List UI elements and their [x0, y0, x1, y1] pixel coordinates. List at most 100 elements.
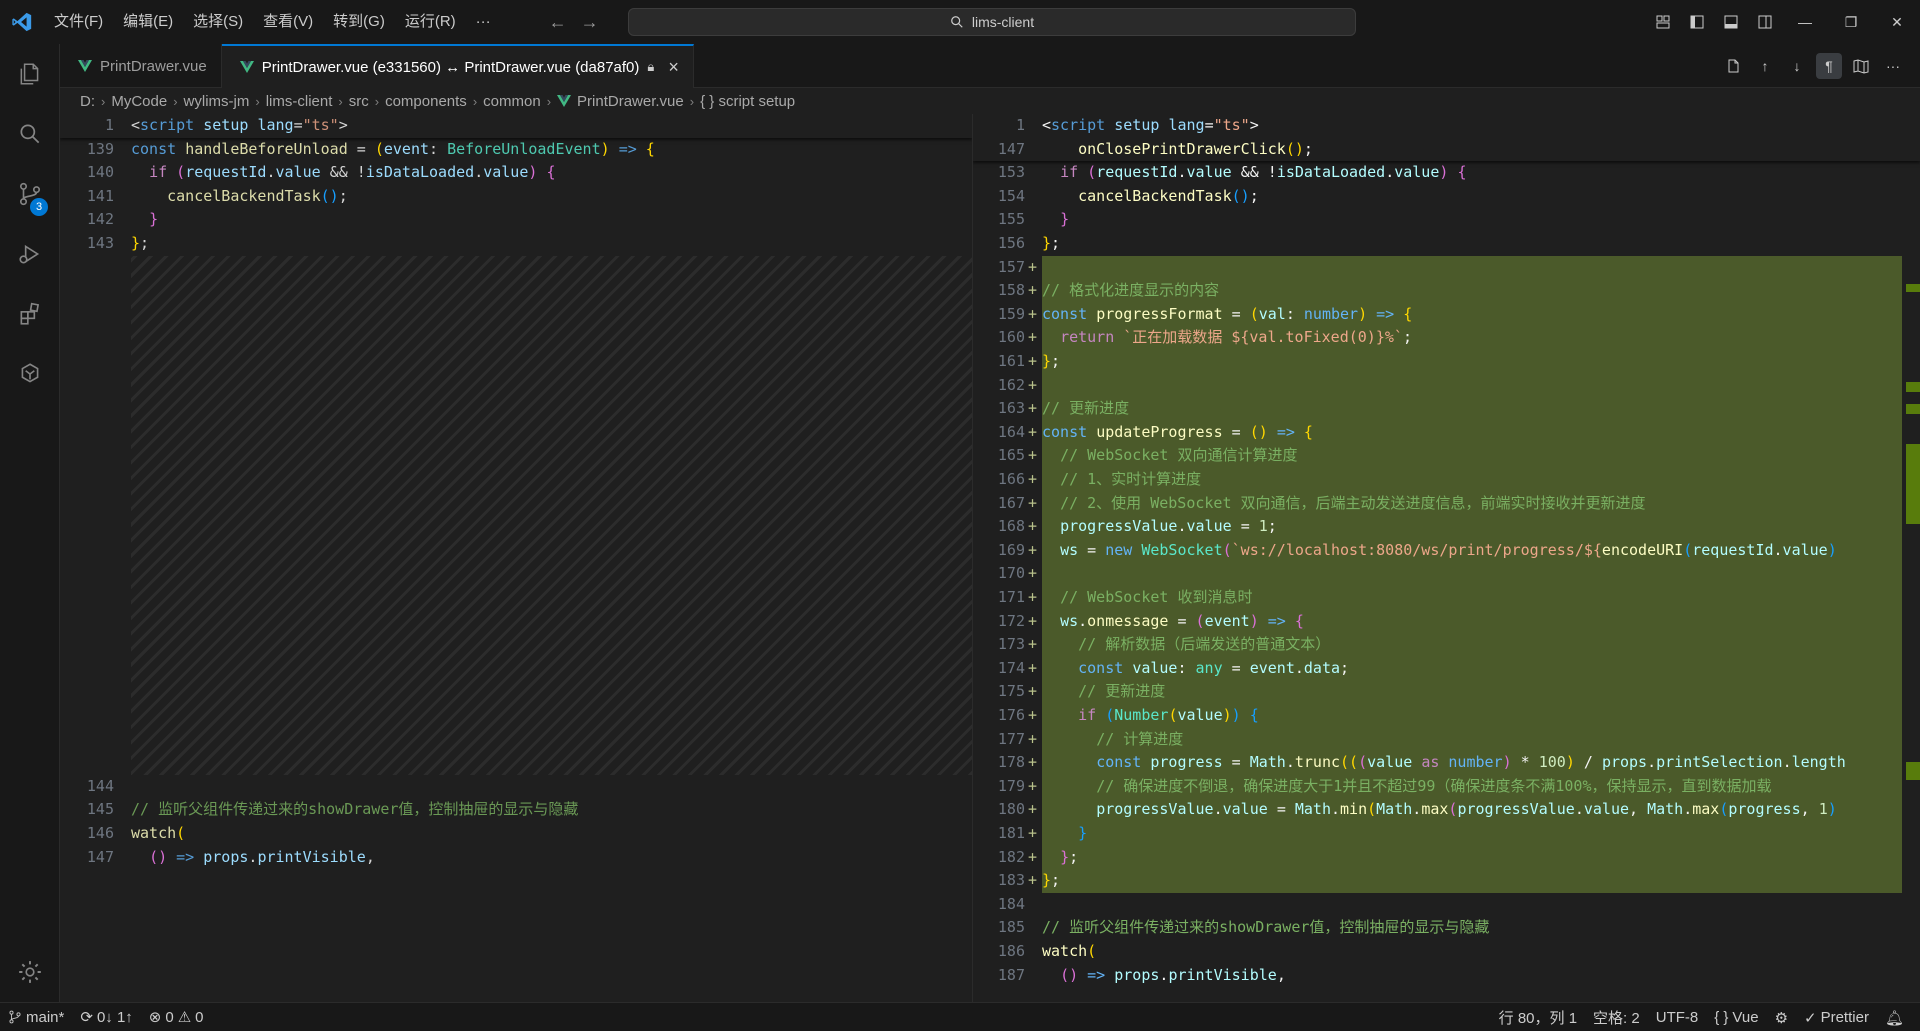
problems-status[interactable]: ⊗ 0 ⚠ 0 [141, 1003, 212, 1031]
breadcrumb: D: › MyCode › wylims-jm › lims-client › src ›… [60, 88, 1920, 114]
menu-view[interactable]: 查看(V) [253, 0, 323, 44]
forward-arrow-icon[interactable]: → [581, 12, 599, 33]
breadcrumb-item[interactable]: wylims-jm [184, 93, 250, 110]
code-line: if (requestId.value && !isDataLoaded.val… [1060, 163, 1467, 182]
breadcrumb-item[interactable]: lims-client [266, 93, 333, 110]
code-line: // 更新进度 [1042, 399, 1130, 418]
copilot-icon[interactable]: ⚙ [1767, 1003, 1796, 1031]
status-bar: main* ⟳ 0↓ 1↑ ⊗ 0 ⚠ 0 行 80，列 1 空格: 2 UTF… [0, 1002, 1920, 1031]
code-line: // 更新进度 [1078, 682, 1166, 701]
minimize-icon[interactable]: — [1782, 0, 1828, 44]
chevron-right-icon: › [689, 93, 695, 109]
toggle-secondary-sidebar-icon[interactable] [1748, 0, 1782, 44]
code-line: cancelBackendTask(); [1078, 186, 1259, 205]
line-number: 161 [997, 352, 1025, 370]
command-center-search[interactable]: lims-client [628, 8, 1356, 36]
breadcrumb-item[interactable]: MyCode [111, 93, 167, 110]
diff-plus-icon: + [1028, 446, 1038, 465]
menu-file[interactable]: 文件(F) [44, 0, 113, 44]
breadcrumb-item[interactable]: common [483, 93, 541, 110]
code-line: // 计算进度 [1096, 729, 1184, 748]
line-number: 157 [997, 257, 1025, 276]
code-line: ws.onmessage = (event) => { [1060, 611, 1304, 630]
diff-original-editor[interactable]: 1 <script setup lang="ts"> 139 const handl… [60, 114, 972, 1002]
cursor-position[interactable]: 行 80，列 1 [1491, 1003, 1585, 1031]
line-number: 187 [997, 965, 1025, 984]
code-line: }; [1042, 234, 1061, 252]
code-line: // 监听父组件传递过来的showDrawer值，控制抽屉的显示与隐藏 [1042, 918, 1490, 937]
code-line: return `正在加载数据 ${val.toFixed(0)}%`; [1060, 328, 1412, 347]
code-line: <script setup lang="ts"> [131, 116, 348, 134]
customize-layout-icon[interactable] [1646, 0, 1680, 44]
code-line: onClosePrintDrawerClick(); [1078, 139, 1313, 158]
menu-edit[interactable]: 编辑(E) [113, 0, 183, 44]
diff-plus-icon: + [1028, 776, 1038, 795]
branch-status[interactable]: main* [0, 1003, 72, 1031]
previous-change-icon[interactable]: ↑ [1752, 53, 1778, 79]
tab-label: PrintDrawer.vue [100, 57, 207, 75]
chevron-right-icon: › [338, 93, 343, 109]
run-debug-icon[interactable] [0, 224, 60, 284]
menu-selection[interactable]: 选择(S) [183, 0, 253, 44]
breadcrumb-item[interactable]: components [385, 93, 467, 110]
diff-plus-icon: + [1028, 729, 1038, 748]
breadcrumb-item[interactable]: PrintDrawer.vue [577, 93, 684, 110]
tab-diff-printdrawer[interactable]: PrintDrawer.vue (e331560) ↔ PrintDrawer.… [221, 44, 694, 88]
diff-modified-editor[interactable]: 1 <script setup lang="ts"> 147 onClosePri… [972, 114, 1920, 1002]
sticky-scroll-header[interactable]: 1 <script setup lang="ts"> [60, 114, 972, 138]
code-line: } [1078, 824, 1088, 842]
breadcrumb-item[interactable]: { } script setup [700, 93, 795, 110]
line-number: 145 [86, 800, 114, 819]
code-line: } [149, 210, 159, 229]
line-number: 147 [86, 847, 114, 866]
toggle-primary-sidebar-icon[interactable] [1680, 0, 1714, 44]
ruler-change-mark [1906, 284, 1920, 292]
remote-explorer-icon[interactable] [0, 344, 60, 404]
line-number: 170 [997, 564, 1025, 583]
line-number: 181 [997, 824, 1025, 842]
extensions-icon[interactable] [0, 284, 60, 344]
back-arrow-icon[interactable]: ← [549, 12, 567, 33]
line-number: 172 [997, 611, 1025, 630]
diff-empty-placeholder [131, 255, 972, 775]
show-whitespace-icon[interactable]: ¶ [1816, 53, 1842, 79]
breadcrumb-item[interactable]: src [349, 93, 369, 110]
next-change-icon[interactable]: ↓ [1784, 53, 1810, 79]
more-actions-icon[interactable]: ··· [1880, 53, 1906, 79]
encoding[interactable]: UTF-8 [1648, 1003, 1707, 1031]
tab-printdrawer[interactable]: PrintDrawer.vue [60, 44, 222, 88]
chevron-right-icon: › [546, 93, 552, 109]
language-mode[interactable]: { } Vue [1706, 1003, 1766, 1031]
source-control-badge: 3 [30, 198, 48, 216]
vue-file-icon [557, 95, 572, 107]
ruler-change-mark [1906, 382, 1920, 392]
overview-ruler[interactable] [1906, 114, 1920, 1002]
warning-count: 0 [195, 1008, 204, 1026]
line-number: 146 [86, 824, 114, 842]
line-number: 169 [997, 540, 1025, 559]
toggle-panel-icon[interactable] [1714, 0, 1748, 44]
open-file-icon[interactable] [1720, 53, 1746, 79]
close-window-icon[interactable]: ✕ [1874, 0, 1920, 44]
explorer-icon[interactable] [0, 44, 60, 104]
indentation[interactable]: 空格: 2 [1585, 1003, 1648, 1031]
code-line: // 2、使用 WebSocket 双向通信，后端主动发送进度信息，前端实时接收… [1060, 493, 1646, 512]
menu-run[interactable]: 运行(R) [395, 0, 466, 44]
manage-gear-icon[interactable] [0, 942, 60, 1002]
search-view-icon[interactable] [0, 104, 60, 164]
diff-plus-icon: + [1028, 352, 1038, 370]
menu-more[interactable]: ··· [466, 0, 501, 44]
source-control-icon[interactable]: 3 [0, 164, 60, 224]
diff-plus-icon: + [1028, 658, 1038, 677]
sync-status[interactable]: ⟳ 0↓ 1↑ [72, 1003, 140, 1031]
sticky-scroll-header[interactable]: 1 <script setup lang="ts"> 147 onClosePri… [973, 114, 1920, 162]
notifications-bell-icon[interactable]: 🔔︎ [1877, 1003, 1912, 1031]
breadcrumb-item[interactable]: D: [80, 93, 95, 110]
menu-go[interactable]: 转到(G) [323, 0, 395, 44]
git-branch-icon [9, 1010, 21, 1024]
line-number: 167 [997, 493, 1025, 512]
formatter-status[interactable]: ✓ Prettier [1796, 1003, 1877, 1031]
toggle-inline-view-icon[interactable] [1848, 53, 1874, 79]
close-icon[interactable]: × [668, 57, 679, 78]
restore-icon[interactable]: ❐ [1828, 0, 1874, 44]
